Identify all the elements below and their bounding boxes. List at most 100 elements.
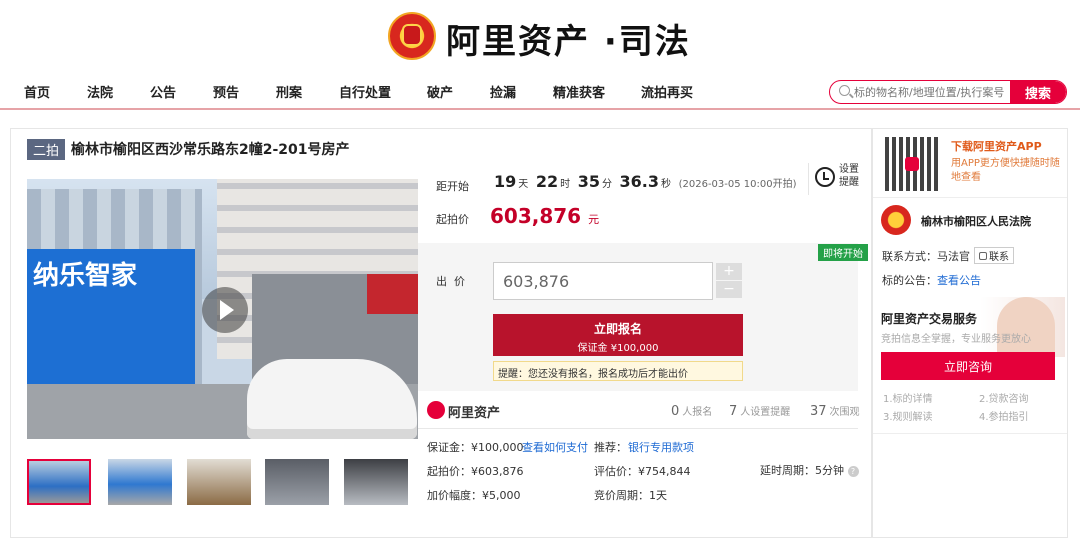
countdown-hours-unit: 时 <box>560 179 571 190</box>
countdown-hours: 22 <box>535 172 559 191</box>
how-to-pay-link[interactable]: 查看如何支付 <box>522 439 588 455</box>
alizichan-logo-icon <box>427 401 445 419</box>
start-price-value: 603,876 <box>490 204 582 228</box>
view-notice-link[interactable]: 查看公告 <box>937 274 981 287</box>
countdown-label: 距开始 <box>436 180 469 193</box>
service-avatar <box>997 297 1055 355</box>
photo-shop-sign: 纳乐智家 <box>33 261 138 291</box>
service-link-loan[interactable]: 2.贷款咨询 <box>979 390 1029 405</box>
stat-reminders: 7 人设置提醒 <box>729 403 790 419</box>
stat-views-count: 37 <box>810 404 827 419</box>
decrease-bid-button[interactable]: − <box>716 281 742 298</box>
reminder-notice: 提醒：您还没有报名，报名成功后才能出价 <box>493 361 743 381</box>
increase-bid-button[interactable]: + <box>716 263 742 280</box>
photo-car <box>247 359 417 439</box>
round-tag: 二拍 <box>27 139 66 160</box>
countdown-minutes: 35 <box>577 172 600 191</box>
start-price-label: 起拍价 <box>436 213 469 226</box>
service-title: 阿里资产交易服务 <box>881 312 978 326</box>
service-banner <box>877 297 1065 357</box>
phone-icon <box>979 252 987 260</box>
set-reminder-button[interactable]: 设置 提醒 <box>808 163 860 195</box>
deposit-value: 保证金：¥100,000 <box>427 441 524 454</box>
countdown-seconds-unit: 秒 <box>661 179 672 190</box>
nav-bargain[interactable]: 捡漏 <box>490 82 516 101</box>
notice-row: 标的公告：查看公告 <box>882 272 981 288</box>
brand-header: 阿里资产 ·司法 <box>0 0 1080 70</box>
search-bar: 搜索 <box>829 80 1067 104</box>
nav-relist[interactable]: 流拍再买 <box>641 82 693 101</box>
photo-red-sign <box>367 274 418 314</box>
thumbnail-2[interactable] <box>108 459 172 505</box>
appraisal-price: 评估价：¥754,844 <box>594 465 691 478</box>
nav-self-disposal[interactable]: 自行处置 <box>339 82 391 101</box>
service-link-details[interactable]: 1.标的详情 <box>883 390 933 405</box>
right-sidebar: 下载阿里资产APP 用APP更方便快捷随时随地查看 榆林市榆阳区人民法院 联系方… <box>872 128 1068 538</box>
thumbnail-1[interactable] <box>27 459 91 505</box>
brand-title: 阿里资产 ·司法 <box>446 22 691 62</box>
stat-reminders-label: 人设置提醒 <box>740 407 791 418</box>
contact-button[interactable]: 联系 <box>974 247 1014 264</box>
start-price-unit: 元 <box>588 213 600 226</box>
court-emblem-icon <box>388 12 436 60</box>
bank-payment-link[interactable]: 银行专用款项 <box>628 439 694 455</box>
search-icon <box>839 85 850 96</box>
court-emblem-icon <box>881 205 911 235</box>
help-icon[interactable]: ? <box>847 465 859 477</box>
play-icon[interactable] <box>202 287 248 333</box>
nav-court[interactable]: 法院 <box>87 82 113 101</box>
nav-announcement[interactable]: 公告 <box>150 82 176 101</box>
start-price: 603,876 元 <box>490 204 599 228</box>
consult-now-button[interactable]: 立即咨询 <box>881 352 1055 380</box>
nav-criminal[interactable]: 刑案 <box>276 82 302 101</box>
thumbnail-3[interactable] <box>187 459 251 505</box>
stat-registered: 0 人报名 <box>671 403 712 419</box>
thumbnail-4[interactable] <box>265 459 329 505</box>
divider <box>418 428 858 429</box>
bid-label: 出 价 <box>436 275 465 288</box>
bidding-cycle: 竞价周期：1天 <box>594 489 667 502</box>
contact-button-label: 联系 <box>989 252 1009 263</box>
search-input[interactable] <box>854 83 1014 101</box>
download-app-title[interactable]: 下载阿里资产APP <box>951 138 1042 154</box>
delay-period: 延时周期：5分钟 ? <box>760 462 859 478</box>
delay-period-text: 延时周期：5分钟 <box>760 464 844 477</box>
nav-home[interactable]: 首页 <box>24 82 50 101</box>
nav-preview[interactable]: 预告 <box>213 82 239 101</box>
download-app-subtitle: 用APP更方便快捷随时随地查看 <box>951 158 1060 183</box>
stat-views-label: 次围观 <box>829 407 860 418</box>
notice-label: 标的公告： <box>882 274 937 287</box>
countdown-days: 19 <box>494 172 517 191</box>
deposit-note: 保证金 ¥100,000 <box>577 343 659 354</box>
stat-views: 37 次围观 <box>810 403 860 419</box>
service-link-rules[interactable]: 3.规则解读 <box>883 408 933 423</box>
apply-now-button[interactable]: 立即报名 保证金 ¥100,000 <box>493 314 743 356</box>
apply-now-label: 立即报名 <box>593 322 642 336</box>
countdown-seconds: 36.3 <box>619 172 660 191</box>
thumbnail-5[interactable] <box>344 459 408 505</box>
service-link-guide[interactable]: 4.参拍指引 <box>979 408 1029 423</box>
alarm-clock-icon <box>815 167 835 187</box>
qr-logo-icon <box>905 157 919 171</box>
stat-registered-label: 人报名 <box>682 407 713 418</box>
recommend-label: 推荐： <box>594 441 627 454</box>
search-button[interactable]: 搜索 <box>1010 81 1066 103</box>
court-name[interactable]: 榆林市榆阳区人民法院 <box>921 213 1031 229</box>
property-photo[interactable]: 纳乐智家 <box>27 179 418 439</box>
countdown: 19 天 22 时 35 分 36.3 秒 (2026-03-05 10:00开拍) <box>494 172 797 191</box>
nav-precise-leads[interactable]: 精准获客 <box>553 82 605 101</box>
service-subtitle: 竞拍信息全掌握，专业服务更放心 <box>881 334 1031 345</box>
contact-label: 联系方式：马法官 <box>882 250 970 263</box>
detail-start-price: 起拍价：¥603,876 <box>427 465 524 478</box>
platform-name: 阿里资产 <box>448 406 501 421</box>
status-badge: 即将开始 <box>818 244 868 261</box>
bid-input[interactable] <box>493 262 713 300</box>
stat-registered-count: 0 <box>671 404 680 419</box>
nav-bankruptcy[interactable]: 破产 <box>427 82 453 101</box>
sidebar-divider-bottom <box>873 433 1067 434</box>
sidebar-divider <box>873 197 1067 198</box>
start-time: (2026-03-05 10:00开拍) <box>678 179 797 190</box>
thumbnail-strip <box>27 459 418 507</box>
item-title: 榆林市榆阳区西沙常乐路东2幢2-201号房产 <box>71 142 350 158</box>
countdown-minutes-unit: 分 <box>601 179 612 190</box>
